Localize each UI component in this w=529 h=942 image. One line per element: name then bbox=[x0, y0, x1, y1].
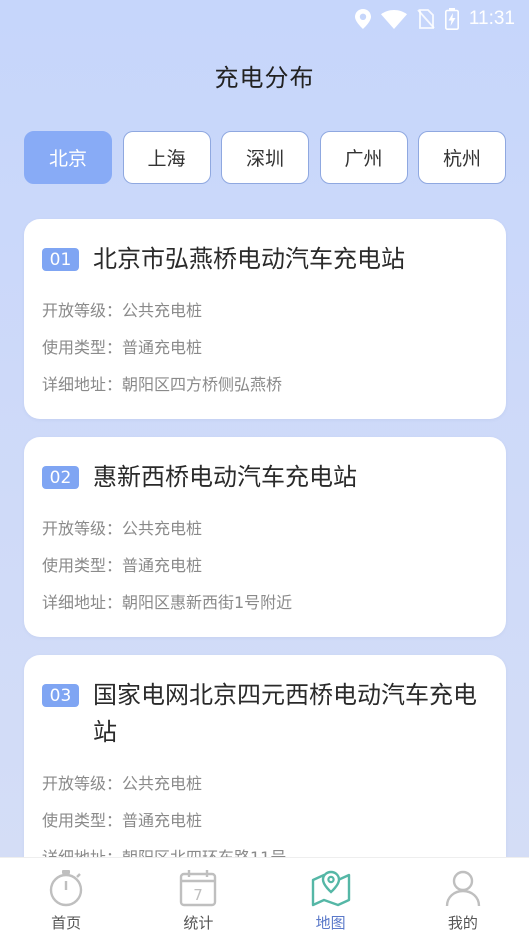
bottom-nav: 首页 7 统计 地图 我的 bbox=[0, 857, 529, 942]
nav-label: 地图 bbox=[315, 913, 346, 932]
tab-guangzhou[interactable]: 广州 bbox=[319, 131, 408, 184]
status-time: 11:31 bbox=[468, 8, 515, 29]
status-bar: 11:31 bbox=[0, 0, 529, 38]
station-card[interactable]: 01 北京市弘燕桥电动汽车充电站 开放等级：公共充电桩 使用类型：普通充电桩 详… bbox=[24, 219, 506, 419]
station-number-badge: 03 bbox=[42, 684, 79, 707]
station-list: 01 北京市弘燕桥电动汽车充电站 开放等级：公共充电桩 使用类型：普通充电桩 详… bbox=[24, 219, 506, 910]
tab-beijing[interactable]: 北京 bbox=[24, 131, 112, 184]
nav-home[interactable]: 首页 bbox=[0, 868, 132, 933]
page-title: 充电分布 bbox=[214, 64, 315, 92]
station-header: 02 惠新西桥电动汽车充电站 bbox=[42, 459, 488, 496]
station-header: 01 北京市弘燕桥电动汽车充电站 bbox=[42, 241, 488, 278]
station-name: 北京市弘燕桥电动汽车充电站 bbox=[93, 245, 405, 273]
nav-map[interactable]: 地图 bbox=[265, 868, 397, 933]
station-open-level: 开放等级：公共充电桩 bbox=[42, 519, 203, 538]
station-header: 03 国家电网北京四元西桥电动汽车充电站 bbox=[42, 677, 488, 751]
station-use-type: 使用类型：普通充电桩 bbox=[42, 556, 203, 575]
battery-charging-icon bbox=[444, 8, 459, 30]
stopwatch-icon bbox=[49, 869, 83, 906]
nav-label: 统计 bbox=[183, 913, 214, 932]
station-number-badge: 02 bbox=[42, 466, 79, 489]
nav-profile[interactable]: 我的 bbox=[397, 868, 529, 933]
station-use-type: 使用类型：普通充电桩 bbox=[42, 811, 203, 830]
map-icon bbox=[311, 870, 350, 906]
nav-stats[interactable]: 7 统计 bbox=[132, 868, 264, 933]
tab-shenzhen[interactable]: 深圳 bbox=[221, 131, 309, 184]
station-name: 国家电网北京四元西桥电动汽车充电站 bbox=[93, 681, 477, 746]
nav-label: 首页 bbox=[51, 913, 82, 932]
station-address: 详细地址：朝阳区四方桥侧弘燕桥 bbox=[42, 375, 283, 394]
no-sim-icon bbox=[417, 9, 435, 29]
wifi-icon bbox=[380, 9, 407, 29]
station-card[interactable]: 02 惠新西桥电动汽车充电站 开放等级：公共充电桩 使用类型：普通充电桩 详细地… bbox=[24, 437, 506, 637]
location-icon bbox=[354, 9, 371, 29]
city-tabs: 北京 上海 深圳 广州 杭州 bbox=[24, 131, 506, 184]
profile-icon bbox=[445, 870, 481, 906]
station-open-level: 开放等级：公共充电桩 bbox=[42, 301, 203, 320]
tab-shanghai[interactable]: 上海 bbox=[122, 131, 211, 184]
station-number-badge: 01 bbox=[42, 248, 79, 271]
station-open-level: 开放等级：公共充电桩 bbox=[42, 774, 203, 793]
tab-hangzhou[interactable]: 杭州 bbox=[418, 131, 506, 184]
nav-label: 我的 bbox=[447, 913, 478, 932]
svg-text:7: 7 bbox=[194, 886, 204, 904]
station-use-type: 使用类型：普通充电桩 bbox=[42, 338, 203, 357]
calendar-icon: 7 bbox=[180, 869, 217, 906]
station-address: 详细地址：朝阳区惠新西街1号附近 bbox=[42, 593, 293, 612]
station-name: 惠新西桥电动汽车充电站 bbox=[93, 463, 357, 491]
